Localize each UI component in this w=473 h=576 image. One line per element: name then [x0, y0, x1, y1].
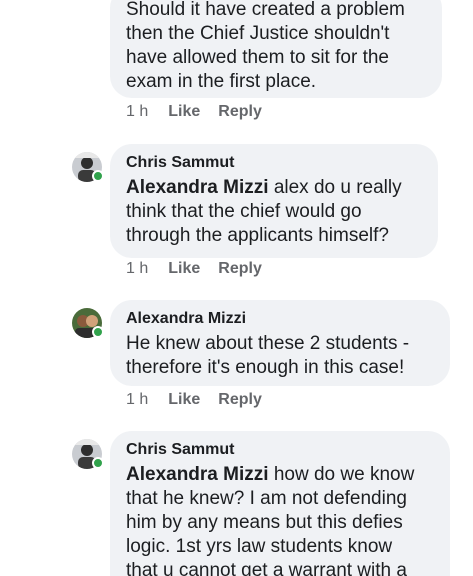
- avatar-chris-sammut[interactable]: [72, 152, 104, 182]
- comment-author[interactable]: Chris Sammut: [126, 441, 434, 459]
- comment-time[interactable]: 1 h: [126, 260, 148, 277]
- online-status-icon: [92, 457, 104, 469]
- comment-bubble: Chris Sammut Alexandra Mizzi alex do u r…: [110, 144, 438, 258]
- comment-time[interactable]: 1 h: [126, 103, 148, 120]
- comment-author[interactable]: Alexandra Mizzi: [126, 310, 434, 328]
- comment-text: Alexandra Mizzi alex do u really think t…: [126, 177, 402, 246]
- online-status-icon: [92, 170, 104, 182]
- reply-button[interactable]: Reply: [218, 103, 262, 120]
- avatar-chris-sammut[interactable]: [72, 439, 104, 469]
- comment-thread: Should it have created a problem then th…: [0, 0, 473, 576]
- mention-link[interactable]: Alexandra Mizzi: [126, 177, 269, 198]
- comment-bubble: Should it have created a problem then th…: [110, 0, 442, 98]
- comment-actions: 1 h Like Reply: [126, 103, 280, 121]
- comment-text: Should it have created a problem then th…: [126, 0, 405, 92]
- like-button[interactable]: Like: [168, 260, 200, 277]
- comment-time[interactable]: 1 h: [126, 391, 148, 408]
- comment-bubble: Chris Sammut Alexandra Mizzi how do we k…: [110, 431, 450, 576]
- mention-link[interactable]: Alexandra Mizzi: [126, 464, 269, 485]
- comment-actions: 1 h Like Reply: [126, 260, 280, 278]
- reply-button[interactable]: Reply: [218, 391, 262, 408]
- like-button[interactable]: Like: [168, 103, 200, 120]
- like-button[interactable]: Like: [168, 391, 200, 408]
- reply-button[interactable]: Reply: [218, 260, 262, 277]
- comment-bubble: Alexandra Mizzi He knew about these 2 st…: [110, 300, 450, 386]
- avatar-alexandra-mizzi[interactable]: [72, 308, 104, 338]
- online-status-icon: [92, 326, 104, 338]
- comment-author[interactable]: Chris Sammut: [126, 154, 422, 172]
- comment-text: Alexandra Mizzi how do we know that he k…: [126, 464, 415, 576]
- comment-actions: 1 h Like Reply: [126, 391, 280, 409]
- comment-text: He knew about these 2 students - therefo…: [126, 333, 410, 378]
